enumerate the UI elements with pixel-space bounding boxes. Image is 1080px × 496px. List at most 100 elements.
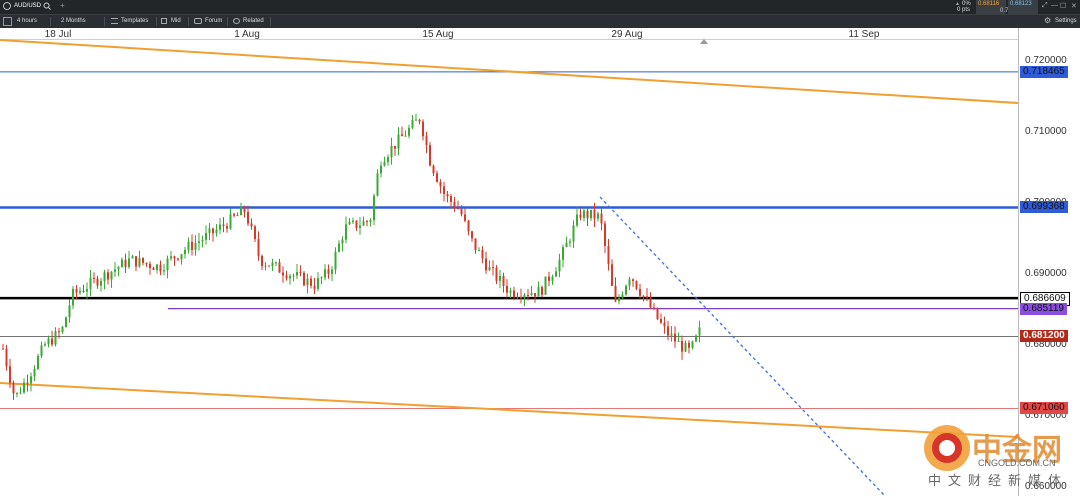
candle-body: [527, 294, 529, 296]
candle-body: [33, 368, 36, 377]
change-points: 0 pts: [957, 7, 971, 13]
candle-body: [593, 209, 596, 219]
candle-body: [422, 121, 424, 137]
interval-select[interactable]: 4 hours: [17, 18, 37, 24]
candle-body: [523, 294, 526, 299]
candle-body: [219, 224, 221, 230]
candle-body: [163, 270, 165, 272]
candle-body: [446, 194, 449, 197]
candle-body: [660, 319, 662, 323]
search-icon[interactable]: [43, 2, 51, 12]
top-bar: AUD/USD + ▲ 0% 0 pts 0.68116 0.7 0.68123…: [0, 0, 1080, 14]
candle-body: [268, 265, 270, 267]
symbol-label[interactable]: AUD/USD: [14, 3, 41, 9]
candle-body: [460, 208, 463, 215]
candle-body: [26, 382, 29, 384]
candle-body: [47, 338, 50, 345]
grid-toggle-icon[interactable]: [3, 17, 12, 26]
candle-body: [58, 331, 60, 333]
popout-icon[interactable]: ⤢: [1042, 2, 1048, 10]
candle-body: [656, 307, 659, 320]
candle-body: [317, 278, 319, 289]
price-level-tag[interactable]: 0.685119: [1020, 302, 1067, 315]
candle-body: [653, 307, 655, 309]
candle-body: [674, 333, 676, 342]
price-chart[interactable]: [0, 39, 1018, 496]
candle-body: [285, 275, 288, 279]
candle-body: [327, 269, 330, 274]
divider: [188, 17, 189, 26]
candle-body: [600, 213, 603, 224]
candle-body: [296, 272, 298, 276]
divider: [104, 17, 105, 26]
gear-icon[interactable]: ⚙: [1044, 16, 1051, 25]
candle-body: [82, 290, 85, 292]
candle-body: [450, 196, 452, 203]
candle-body: [432, 165, 435, 174]
candle-body: [177, 258, 179, 260]
chart-plot-area[interactable]: [0, 39, 1018, 496]
forum-button[interactable]: Forum: [205, 18, 222, 24]
templates-button[interactable]: Templates: [121, 18, 148, 24]
candle-body: [89, 277, 92, 289]
candle-body: [233, 214, 235, 216]
add-tab-button[interactable]: +: [60, 1, 65, 10]
candle-body: [173, 256, 176, 259]
candle-body: [698, 327, 701, 336]
price-tick-label: 0.720000: [1025, 55, 1067, 66]
price-level-tag[interactable]: 0.681200: [1020, 330, 1068, 343]
candle-body: [429, 145, 431, 166]
related-icon: [233, 18, 240, 24]
candle-body: [303, 272, 305, 286]
templates-icon: [111, 18, 118, 24]
maximize-icon[interactable]: ☐: [1060, 2, 1066, 10]
price-level-tag[interactable]: 0.671060: [1020, 402, 1068, 415]
minimize-icon[interactable]: —: [1051, 2, 1058, 9]
close-icon[interactable]: ✕: [1071, 2, 1077, 10]
price-type-select[interactable]: Mid: [171, 18, 181, 24]
candle-body: [16, 392, 18, 394]
candle-body: [404, 135, 407, 137]
candle-body: [555, 271, 557, 277]
candle-body: [289, 275, 291, 279]
candle-body: [5, 348, 8, 367]
candle-body: [495, 267, 498, 281]
candle-body: [352, 220, 354, 222]
candle-body: [590, 209, 592, 219]
candle-body: [37, 356, 39, 369]
price-level-tag[interactable]: 0.718465: [1020, 65, 1068, 78]
candle-body: [681, 340, 683, 352]
candle-body: [576, 214, 578, 226]
candle-body: [2, 348, 4, 350]
candle-body: [68, 305, 71, 318]
candle-body: [306, 278, 309, 286]
candle-body: [40, 345, 43, 357]
candle-body: [254, 226, 256, 240]
candle-body: [478, 250, 480, 252]
watermark: 中金网 CNGOLD.COM.CN 中文财经新媒体: [920, 420, 1080, 496]
candle-body: [625, 285, 627, 295]
settings-button[interactable]: Settings: [1055, 18, 1077, 24]
brand-tagline: 中文财经新媒体: [928, 473, 1069, 488]
related-button[interactable]: Related: [243, 18, 264, 24]
candle-body: [520, 296, 522, 299]
candle-body: [516, 296, 519, 298]
candle-body: [439, 181, 442, 187]
candle-body: [663, 322, 666, 327]
divider: [50, 17, 51, 26]
candle-body: [79, 290, 81, 293]
candle-body: [390, 145, 393, 158]
candle-body: [282, 272, 284, 276]
candle-body: [261, 255, 263, 267]
candle-body: [310, 278, 312, 286]
buy-price-box[interactable]: 0.68123: [1008, 0, 1038, 14]
candle-body: [145, 262, 148, 264]
candle-body: [264, 265, 267, 267]
candle-body: [401, 134, 403, 137]
candle-body: [621, 294, 624, 298]
candle-body: [604, 223, 606, 246]
candle-body: [250, 223, 253, 227]
range-select[interactable]: 2 Months: [61, 18, 86, 24]
candle-body: [278, 262, 281, 273]
price-level-tag[interactable]: 0.699368: [1020, 201, 1068, 214]
